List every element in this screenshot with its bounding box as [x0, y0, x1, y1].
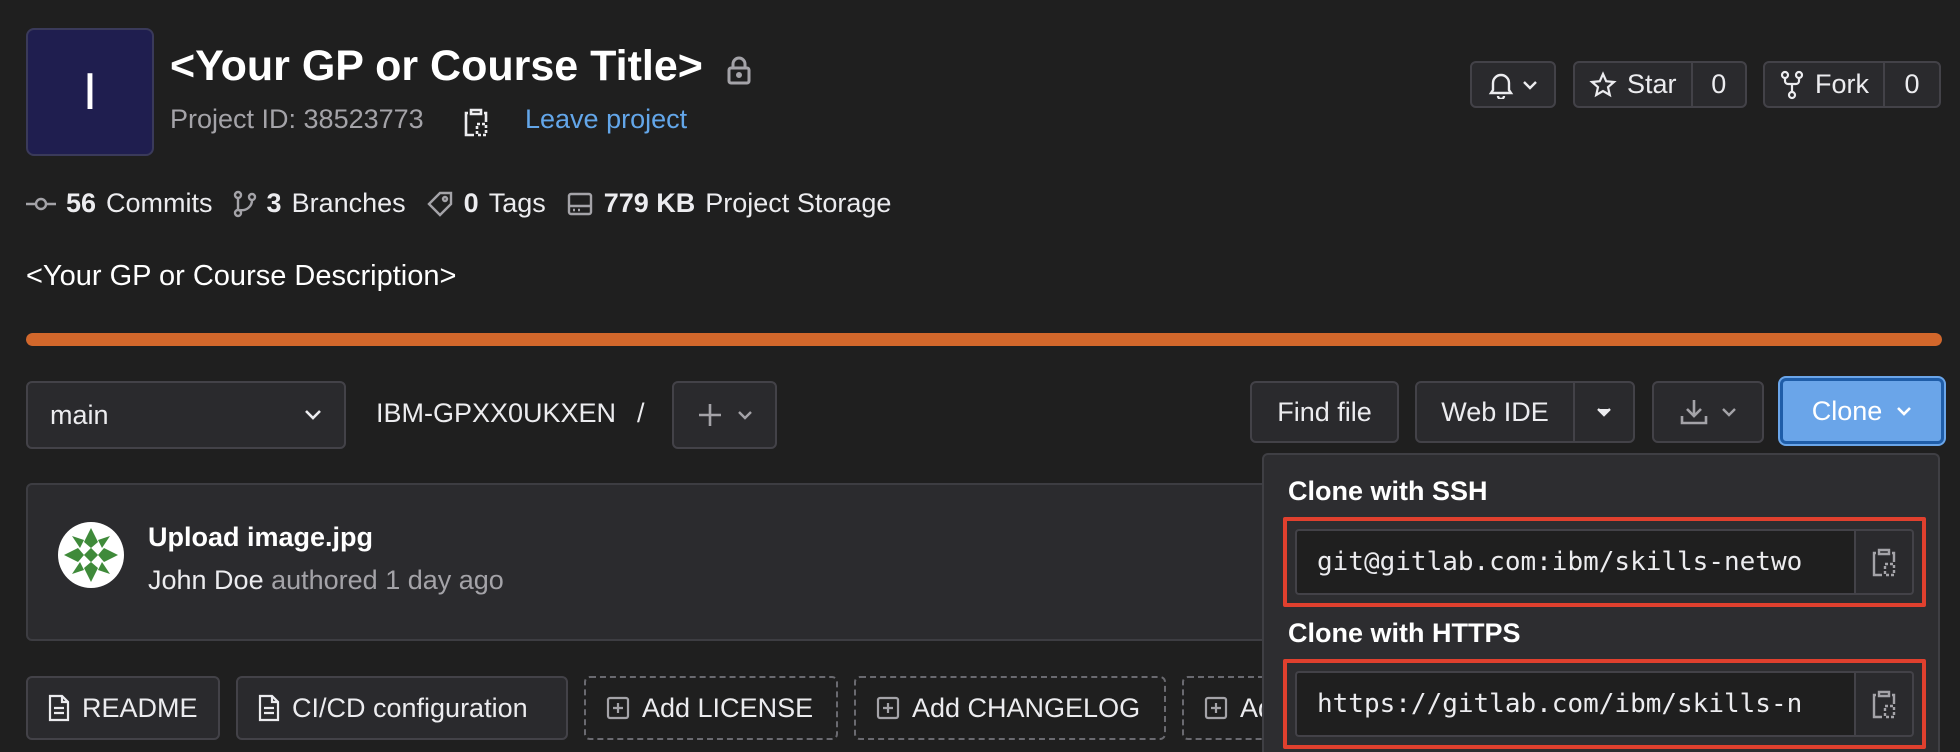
storage-stat[interactable]: 779 KB Project Storage [566, 188, 892, 219]
repo-path-link[interactable]: IBM-GPXX0UKXEN [376, 398, 616, 429]
plus-square-icon [876, 696, 900, 720]
tag-icon [426, 190, 454, 218]
tags-count: 0 [463, 188, 479, 218]
project-stats: 56 Commits 3 Branches 0 Tags 779 KB Proj… [26, 188, 911, 219]
file-icon [48, 694, 70, 722]
readme-button[interactable]: README [26, 676, 220, 740]
commits-stat[interactable]: 56 Commits [26, 188, 213, 219]
copy-id-icon[interactable] [463, 106, 489, 138]
chevron-down-icon [1596, 407, 1612, 417]
web-ide-dropdown-toggle[interactable] [1573, 383, 1633, 441]
breadcrumb-separator: / [637, 398, 645, 428]
star-label: Star [1627, 69, 1677, 99]
clipboard-icon [1871, 688, 1897, 720]
star-count[interactable]: 0 [1690, 63, 1745, 106]
fork-label: Fork [1815, 69, 1869, 99]
storage-size: 779 KB [603, 188, 696, 218]
add-license-label: Add LICENSE [642, 692, 814, 723]
page-title: <Your GP or Course Title> [170, 42, 703, 90]
branches-stat[interactable]: 3 Branches [233, 188, 406, 219]
fork-count[interactable]: 0 [1883, 63, 1939, 106]
branch-icon [233, 190, 257, 218]
add-to-tree-button[interactable] [672, 381, 777, 449]
storage-label: Project Storage [705, 188, 892, 218]
download-button[interactable] [1652, 381, 1764, 443]
tags-stat[interactable]: 0 Tags [426, 188, 546, 219]
clone-https-field: https://gitlab.com/ibm/skills-n [1283, 659, 1926, 749]
star-button[interactable]: Star 0 [1573, 61, 1747, 108]
branch-selector[interactable]: main [26, 381, 346, 449]
fork-button[interactable]: Fork 0 [1763, 61, 1941, 108]
avatar[interactable] [58, 522, 124, 588]
clone-label: Clone [1811, 395, 1883, 426]
plus-icon [697, 402, 723, 428]
chevron-down-icon [1522, 80, 1538, 90]
project-avatar: I [26, 28, 154, 156]
clone-https-label: Clone with HTTPS [1288, 618, 1521, 648]
find-file-button[interactable]: Find file [1250, 381, 1399, 443]
readme-label: README [82, 692, 198, 723]
branches-label: Branches [291, 188, 406, 218]
web-ide-button[interactable]: Web IDE [1415, 381, 1635, 443]
file-icon [258, 694, 280, 722]
progress-fill [26, 333, 1942, 346]
project-description: <Your GP or Course Description> [26, 260, 457, 292]
cicd-config-button[interactable]: CI/CD configuration [236, 676, 568, 740]
clipboard-icon [1871, 546, 1897, 578]
commits-label: Commits [106, 188, 213, 218]
notifications-button[interactable] [1470, 61, 1556, 108]
commits-count: 56 [66, 188, 97, 218]
bell-icon [1488, 71, 1514, 99]
commit-author-link[interactable]: John Doe [148, 565, 264, 595]
commit-title-link[interactable]: Upload image.jpg [148, 522, 373, 553]
plus-square-icon [1204, 696, 1228, 720]
add-changelog-label: Add CHANGELOG [912, 692, 1141, 723]
chevron-down-icon [1721, 407, 1737, 417]
plus-square-icon [606, 696, 630, 720]
clone-ssh-field: git@gitlab.com:ibm/skills-netwo [1283, 517, 1926, 607]
commit-time: authored 1 day ago [271, 565, 504, 595]
fork-icon [1779, 70, 1805, 100]
chevron-down-icon [304, 409, 322, 421]
web-ide-label[interactable]: Web IDE [1417, 383, 1573, 441]
download-icon [1679, 398, 1709, 426]
https-url-input[interactable]: https://gitlab.com/ibm/skills-n [1295, 671, 1854, 737]
branch-name: main [50, 399, 109, 430]
copy-https-button[interactable] [1854, 671, 1914, 737]
cicd-config-label: CI/CD configuration [292, 692, 528, 723]
tags-label: Tags [488, 188, 546, 218]
chevron-down-icon [737, 410, 753, 420]
commit-meta: John Doe authored 1 day ago [148, 565, 504, 596]
progress-bar [26, 333, 1942, 346]
storage-icon [566, 191, 594, 217]
branches-count: 3 [266, 188, 282, 218]
star-icon [1589, 70, 1617, 99]
clone-ssh-label: Clone with SSH [1288, 476, 1488, 506]
clone-button[interactable]: Clone [1780, 378, 1944, 444]
project-id: Project ID: 38523773 [170, 104, 424, 134]
ssh-url-input[interactable]: git@gitlab.com:ibm/skills-netwo [1295, 529, 1854, 595]
add-license-button[interactable]: Add LICENSE [584, 676, 838, 740]
leave-project-link[interactable]: Leave project [525, 104, 687, 135]
chevron-down-icon [1896, 406, 1912, 416]
copy-ssh-button[interactable] [1854, 529, 1914, 595]
lock-icon [726, 55, 752, 85]
add-changelog-button[interactable]: Add CHANGELOG [854, 676, 1166, 740]
commit-icon [26, 194, 56, 214]
